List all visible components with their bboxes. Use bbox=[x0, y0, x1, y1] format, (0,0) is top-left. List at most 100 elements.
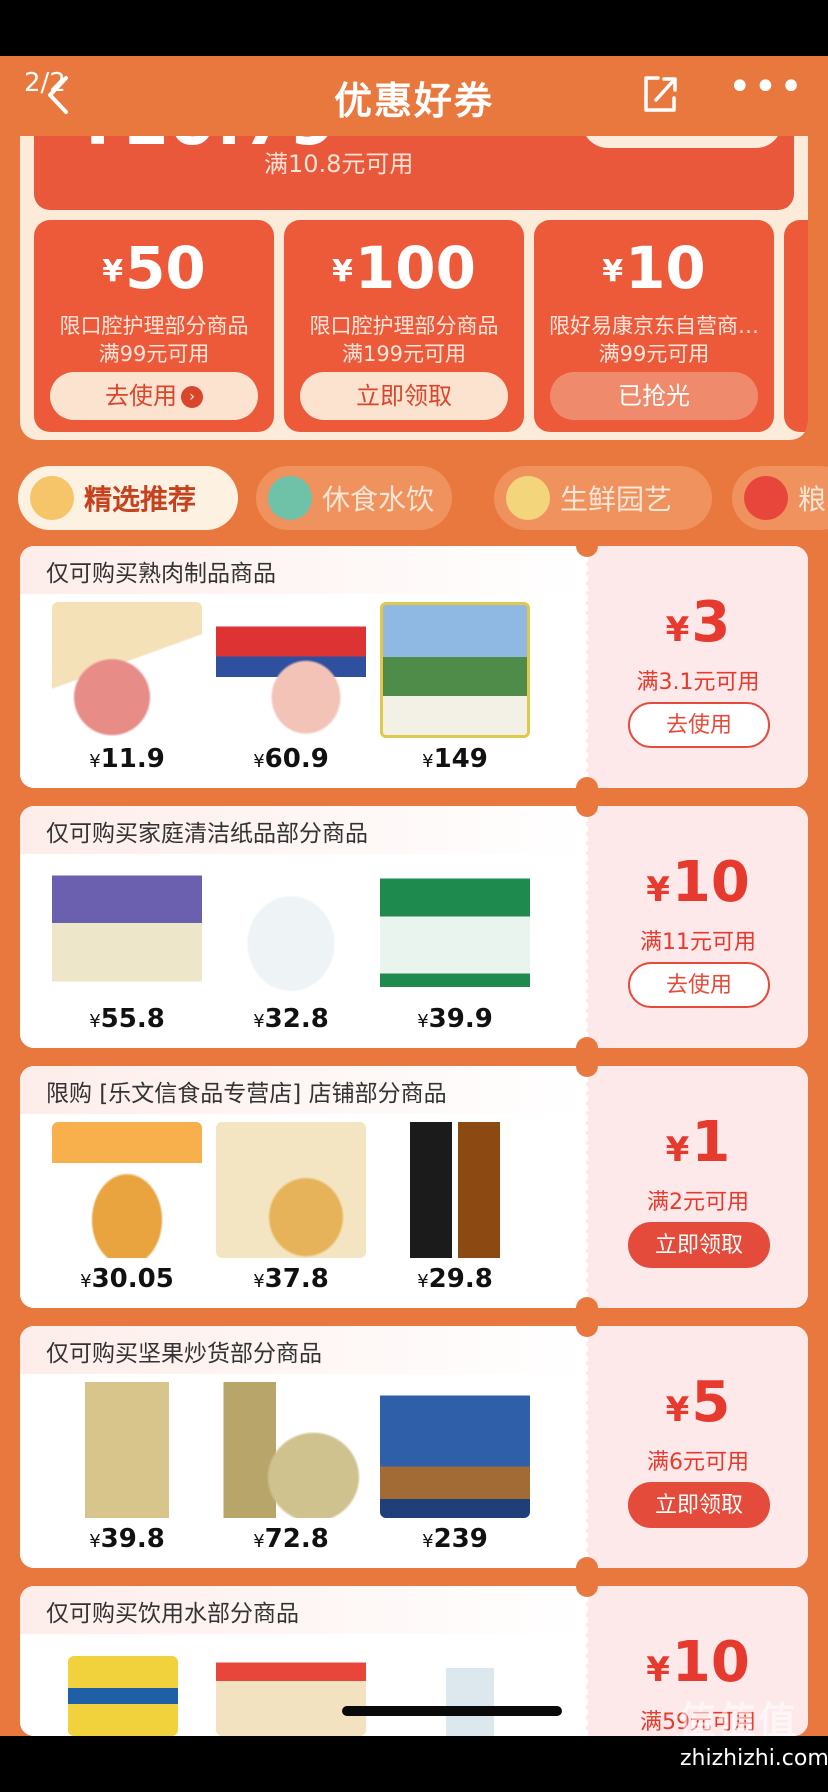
coupon-desc: 限口腔护理部分商品 bbox=[309, 314, 499, 338]
more-icon[interactable]: ••• bbox=[728, 67, 803, 118]
home-indicator bbox=[342, 1706, 562, 1716]
product-image bbox=[380, 602, 530, 738]
tab-label: 生鲜园艺 bbox=[560, 483, 673, 516]
product-item[interactable] bbox=[410, 1668, 530, 1736]
card-coupon: ¥1 满2元可用 立即领取 bbox=[586, 1066, 808, 1308]
coupon-value: 5 bbox=[691, 1370, 731, 1435]
gift-icon bbox=[744, 476, 788, 520]
product-image bbox=[216, 1382, 366, 1518]
tab-featured[interactable]: 精选推荐 bbox=[18, 466, 238, 530]
snack-icon bbox=[268, 476, 312, 520]
currency-symbol: ¥ bbox=[253, 1531, 265, 1552]
coupon-condition: 满6元可用 bbox=[647, 1450, 749, 1475]
coupon-desc: 限口腔护理部分商品 bbox=[59, 314, 249, 338]
card-coupon: ¥3 满3.1元可用 去使用 bbox=[586, 546, 808, 788]
product-item[interactable]: ¥72.8 bbox=[216, 1382, 366, 1562]
coupon-condition: 满99元可用 bbox=[98, 342, 210, 366]
product-item[interactable]: ¥39.8 bbox=[52, 1382, 202, 1562]
chevron-right-icon: › bbox=[181, 386, 203, 408]
coupon-panel: ¥10.79 满10.8元可用 ¥50 限口腔护理部分商品 满99元可用 去使用… bbox=[20, 110, 808, 440]
product-price: ¥29.8 bbox=[380, 1264, 530, 1294]
currency-symbol: ¥ bbox=[417, 1011, 429, 1032]
claim-coupon-button[interactable]: 立即领取 bbox=[628, 1222, 770, 1268]
coupon-value: 10 bbox=[625, 234, 706, 302]
currency-symbol: ¥ bbox=[417, 1271, 429, 1292]
product-item[interactable] bbox=[68, 1656, 178, 1736]
card-title: 仅可购买饮用水部分商品 bbox=[46, 1601, 299, 1627]
product-price: ¥72.8 bbox=[216, 1524, 366, 1554]
card-products: 仅可购买坚果炒货部分商品 ¥39.8 ¥72.8 ¥239 bbox=[20, 1326, 586, 1568]
price-value: 60.9 bbox=[264, 744, 329, 774]
currency-symbol: ¥ bbox=[253, 751, 265, 772]
card-coupon: ¥5 满6元可用 立即领取 bbox=[586, 1326, 808, 1568]
share-icon[interactable] bbox=[638, 70, 682, 118]
coupon-condition: 满11元可用 bbox=[640, 930, 756, 955]
product-image bbox=[52, 1382, 202, 1518]
currency-symbol: ¥ bbox=[665, 610, 690, 650]
product-item[interactable]: ¥11.9 bbox=[52, 602, 202, 782]
currency-symbol: ¥ bbox=[102, 254, 124, 290]
coupon-value: 3 bbox=[691, 590, 731, 655]
coupon-amount: ¥10 bbox=[588, 850, 808, 915]
product-price: ¥11.9 bbox=[52, 744, 202, 774]
product-image bbox=[216, 1644, 366, 1736]
card-title: 仅可购买家庭清洁纸品部分商品 bbox=[46, 821, 368, 847]
watermark-site: zhizhizhi.com bbox=[680, 1746, 828, 1771]
coupon-condition: 满99元可用 bbox=[598, 342, 710, 366]
price-value: 239 bbox=[433, 1524, 488, 1554]
coupon-amount: ¥1 bbox=[588, 1110, 808, 1175]
page-title: 优惠好券 bbox=[333, 79, 494, 123]
currency-symbol: ¥ bbox=[89, 1011, 101, 1032]
product-image bbox=[216, 862, 366, 998]
button-label: 去使用 bbox=[105, 382, 177, 410]
tab-snacks-drinks[interactable]: 休食水饮 bbox=[256, 466, 452, 530]
product-image bbox=[216, 602, 366, 738]
coupon-value: 1 bbox=[691, 1110, 731, 1175]
use-coupon-button[interactable]: 去使用 bbox=[628, 962, 770, 1008]
coupon-row: ¥50 限口腔护理部分商品 满99元可用 去使用 › ¥100 限口腔护理部分商品… bbox=[34, 220, 808, 432]
product-price: ¥55.8 bbox=[52, 1004, 202, 1034]
featured-coupon-condition: 满10.8元可用 bbox=[264, 150, 414, 178]
product-item[interactable]: ¥239 bbox=[380, 1382, 530, 1562]
product-item[interactable]: ¥32.8 bbox=[216, 862, 366, 1042]
card-products: 仅可购买熟肉制品商品 ¥11.9 ¥60.9 ¥149 bbox=[20, 546, 586, 788]
card-coupon: ¥10 满11元可用 去使用 bbox=[586, 806, 808, 1048]
product-image bbox=[380, 1122, 530, 1258]
card-products: 限购 [乐文信食品专营店] 店铺部分商品 ¥30.05 ¥37.8 ¥29.8 bbox=[20, 1066, 586, 1308]
price-value: 39.9 bbox=[428, 1004, 493, 1034]
page-indicator: 2/2 bbox=[24, 68, 66, 98]
currency-symbol: ¥ bbox=[253, 1271, 265, 1292]
product-item[interactable]: ¥60.9 bbox=[216, 602, 366, 782]
use-coupon-button[interactable]: 去使用 › bbox=[50, 372, 258, 420]
product-item[interactable]: ¥37.8 bbox=[216, 1122, 366, 1302]
tab-fresh-garden[interactable]: 生鲜园艺 bbox=[494, 466, 712, 530]
tab-label: 粮 bbox=[798, 483, 827, 516]
card-title: 仅可购买坚果炒货部分商品 bbox=[46, 1341, 322, 1367]
currency-symbol: ¥ bbox=[665, 1130, 690, 1170]
claim-coupon-button[interactable]: 立即领取 bbox=[300, 372, 508, 420]
product-item[interactable]: ¥55.8 bbox=[52, 862, 202, 1042]
product-item[interactable]: ¥149 bbox=[380, 602, 530, 782]
product-item[interactable]: ¥39.9 bbox=[380, 862, 530, 1042]
product-item[interactable]: ¥30.05 bbox=[52, 1122, 202, 1302]
product-image bbox=[52, 1122, 202, 1258]
durian-icon bbox=[506, 476, 550, 520]
product-item[interactable] bbox=[216, 1644, 366, 1736]
category-tabs: 精选推荐 休食水饮 生鲜园艺 粮 bbox=[18, 466, 828, 532]
product-item[interactable]: ¥29.8 bbox=[380, 1122, 530, 1302]
price-value: 37.8 bbox=[264, 1264, 329, 1294]
product-image bbox=[52, 602, 202, 738]
tab-label: 休食水饮 bbox=[322, 483, 435, 516]
claim-coupon-button[interactable]: 立即领取 bbox=[628, 1482, 770, 1528]
tab-grain[interactable]: 粮 bbox=[732, 466, 828, 530]
coupon-condition: 满3.1元可用 bbox=[636, 670, 760, 695]
footer-bar: zhizhizhi.com bbox=[0, 1736, 828, 1792]
coupon-amount: ¥10 bbox=[588, 1630, 808, 1695]
screen: ¥10.79 满10.8元可用 ¥50 限口腔护理部分商品 满99元可用 去使用… bbox=[0, 0, 828, 1792]
price-value: 29.8 bbox=[428, 1264, 493, 1294]
use-coupon-button[interactable]: 去使用 bbox=[628, 702, 770, 748]
currency-symbol: ¥ bbox=[665, 1390, 690, 1430]
coupon-value: 10 bbox=[671, 1630, 750, 1695]
coupon-value: 100 bbox=[354, 234, 476, 302]
product-image bbox=[380, 1382, 530, 1518]
